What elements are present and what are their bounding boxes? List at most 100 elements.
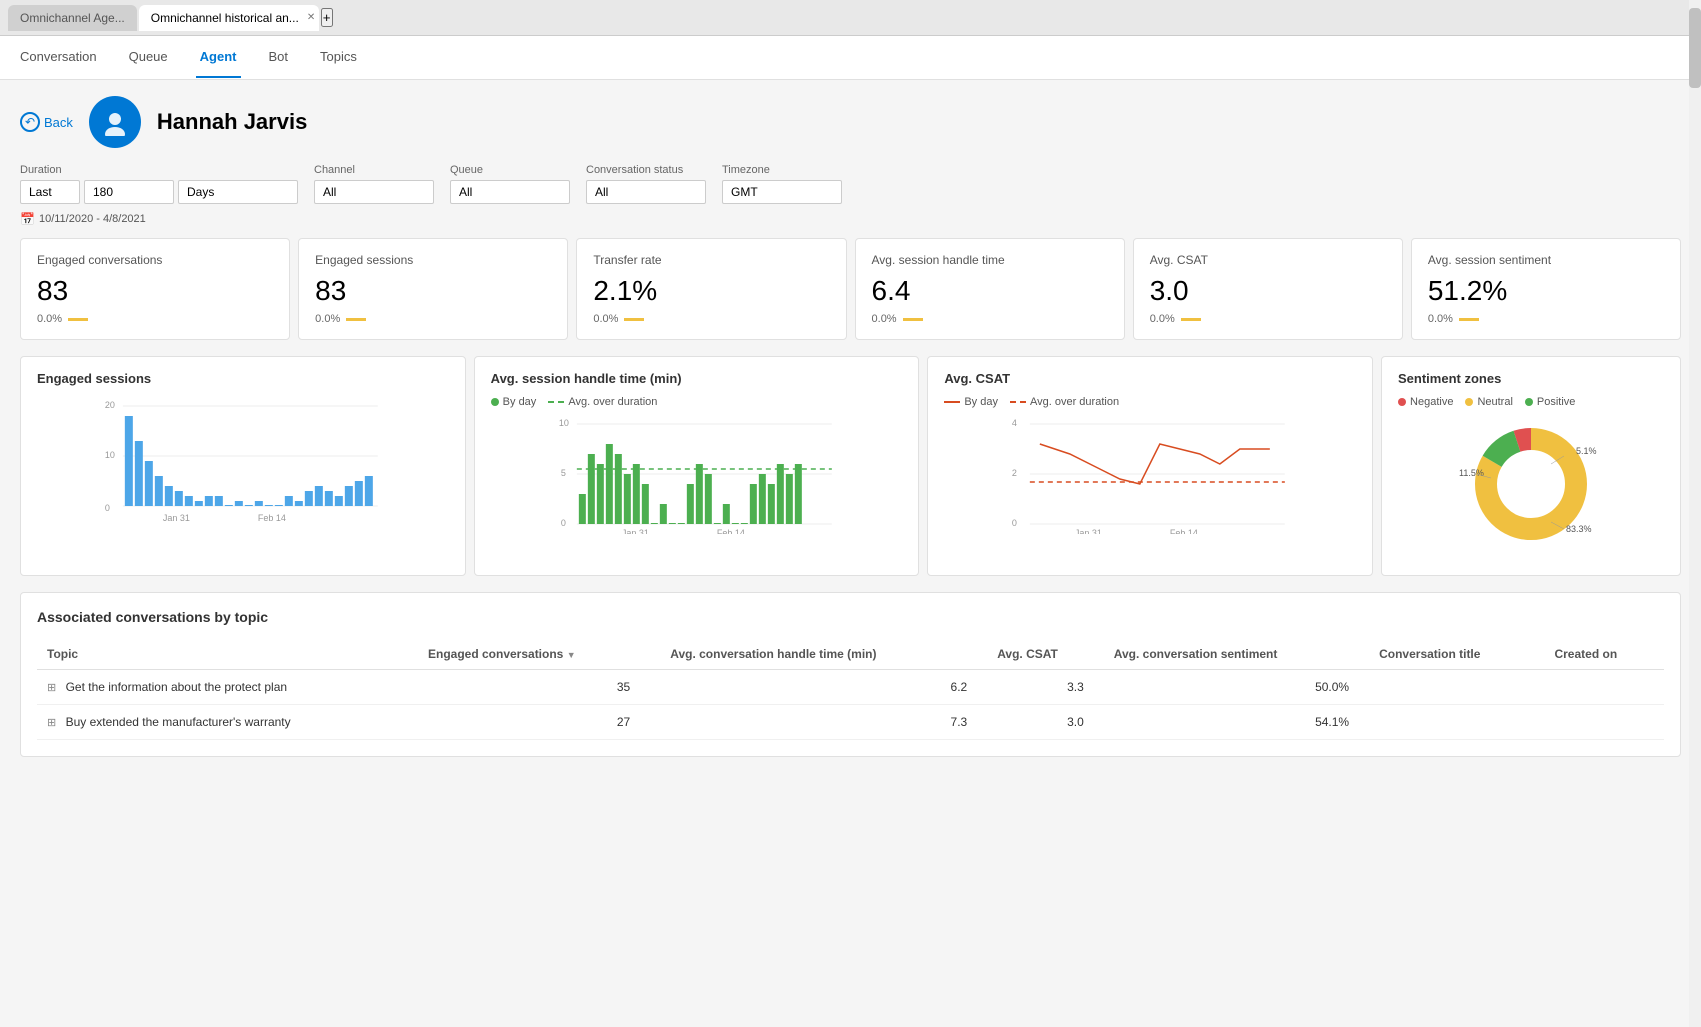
legend-positive-dot xyxy=(1525,398,1533,406)
legend-csat-avg-dash xyxy=(1010,401,1026,403)
kpi-avg-sentiment-value: 51.2% xyxy=(1428,275,1664,307)
chart-sentiment-zones: Sentiment zones Negative Neutral Positiv… xyxy=(1381,356,1681,576)
filter-timezone: Timezone GMT xyxy=(722,164,842,204)
scrollbar[interactable] xyxy=(1689,0,1701,1027)
row2-engaged-conv: 27 xyxy=(418,705,660,740)
expand-icon-row1[interactable]: ⊞ xyxy=(47,682,56,694)
kpi-card-engaged-conv: Engaged conversations 83 0.0% xyxy=(20,238,290,340)
nav-item-agent[interactable]: Agent xyxy=(196,37,241,78)
legend-positive-label: Positive xyxy=(1537,396,1576,408)
kpi-avg-sentiment-change: 0.0% xyxy=(1428,313,1453,325)
legend-negative-dot xyxy=(1398,398,1406,406)
kpi-avg-csat-footer: 0.0% xyxy=(1150,313,1386,325)
kpi-avg-sentiment-footer: 0.0% xyxy=(1428,313,1664,325)
svg-text:Feb 14: Feb 14 xyxy=(717,528,745,534)
channel-select[interactable]: All xyxy=(314,180,434,204)
legend-avg-dash xyxy=(548,401,564,403)
date-range-text: 10/11/2020 - 4/8/2021 xyxy=(39,213,146,225)
legend-csat-avg: Avg. over duration xyxy=(1010,396,1119,408)
kpi-card-avg-handle: Avg. session handle time 6.4 0.0% xyxy=(855,238,1125,340)
kpi-engaged-conv-footer: 0.0% xyxy=(37,313,273,325)
scrollbar-thumb[interactable] xyxy=(1689,8,1701,88)
page-header: ↶ Back Hannah Jarvis xyxy=(20,96,1681,148)
kpi-avg-sentiment-title: Avg. session sentiment xyxy=(1428,253,1664,267)
kpi-avg-csat-value: 3.0 xyxy=(1150,275,1386,307)
kpi-transfer-rate-value: 2.1% xyxy=(593,275,829,307)
avatar xyxy=(89,96,141,148)
kpi-avg-handle-footer: 0.0% xyxy=(872,313,1108,325)
col-engaged-conv[interactable]: Engaged conversations ▼ xyxy=(418,639,660,670)
kpi-avg-handle-value: 6.4 xyxy=(872,275,1108,307)
table-section: Associated conversations by topic Topic … xyxy=(20,592,1681,757)
row1-avg-csat: 3.3 xyxy=(987,670,1104,705)
kpi-avg-sentiment-bar xyxy=(1459,318,1479,321)
chart-avg-session-handle: Avg. session handle time (min) By day Av… xyxy=(474,356,920,576)
nav-item-topics[interactable]: Topics xyxy=(316,37,361,78)
legend-csat-line xyxy=(944,401,960,403)
kpi-avg-handle-bar xyxy=(903,318,923,321)
legend-by-day-label: By day xyxy=(503,396,537,408)
tab-inactive-label: Omnichannel Age... xyxy=(20,11,125,25)
filter-timezone-label: Timezone xyxy=(722,164,842,176)
svg-text:Feb 14: Feb 14 xyxy=(258,513,286,523)
kpi-engaged-conv-title: Engaged conversations xyxy=(37,253,273,267)
add-tab-button[interactable]: + xyxy=(321,8,333,27)
table-row: ⊞ Get the information about the protect … xyxy=(37,670,1664,705)
col-conv-title: Conversation title xyxy=(1369,639,1544,670)
svg-text:10: 10 xyxy=(105,450,115,460)
kpi-engaged-sessions-title: Engaged sessions xyxy=(315,253,551,267)
tab-inactive[interactable]: Omnichannel Age... xyxy=(8,5,137,31)
legend-csat-by-day: By day xyxy=(944,396,998,408)
calendar-icon: 📅 xyxy=(20,212,35,226)
back-label: Back xyxy=(44,115,73,130)
svg-text:4: 4 xyxy=(1012,418,1017,428)
filter-duration-label: Duration xyxy=(20,164,298,176)
duration-unit-select[interactable]: Days xyxy=(178,180,298,204)
engaged-sessions-svg: 20 10 0 xyxy=(37,396,449,526)
timezone-select[interactable]: GMT xyxy=(722,180,842,204)
sentiment-donut-svg: 5.1% 11.5% 83.3% xyxy=(1451,414,1611,554)
table-header-row: Topic Engaged conversations ▼ Avg. conve… xyxy=(37,639,1664,670)
duration-value-select[interactable]: 180 xyxy=(84,180,174,204)
back-link[interactable]: ↶ Back xyxy=(20,112,73,132)
row2-topic: ⊞ Buy extended the manufacturer's warran… xyxy=(37,705,418,740)
tab-active[interactable]: Omnichannel historical an... ✕ xyxy=(139,5,319,31)
queue-select[interactable]: All xyxy=(450,180,570,204)
kpi-card-engaged-sessions: Engaged sessions 83 0.0% xyxy=(298,238,568,340)
nav-item-conversation[interactable]: Conversation xyxy=(16,37,101,78)
expand-icon-row2[interactable]: ⊞ xyxy=(47,717,56,729)
kpi-avg-csat-bar xyxy=(1181,318,1201,321)
chart-engaged-sessions: Engaged sessions 20 10 0 xyxy=(20,356,466,576)
filter-conv-status-label: Conversation status xyxy=(586,164,706,176)
kpi-engaged-conv-change: 0.0% xyxy=(37,313,62,325)
kpi-transfer-rate-title: Transfer rate xyxy=(593,253,829,267)
conv-status-select[interactable]: All xyxy=(586,180,706,204)
data-table: Topic Engaged conversations ▼ Avg. conve… xyxy=(37,639,1664,740)
svg-text:5: 5 xyxy=(561,468,566,478)
svg-text:Jan 31: Jan 31 xyxy=(1075,528,1102,534)
back-icon: ↶ xyxy=(20,112,40,132)
kpi-transfer-rate-bar xyxy=(624,318,644,321)
chart-avg-session-handle-title: Avg. session handle time (min) xyxy=(491,371,903,386)
row1-created-on xyxy=(1544,670,1664,705)
date-range: 📅 10/11/2020 - 4/8/2021 xyxy=(20,212,1681,226)
filter-channel-label: Channel xyxy=(314,164,434,176)
row2-avg-csat: 3.0 xyxy=(987,705,1104,740)
filter-duration: Duration Last 180 Days xyxy=(20,164,298,204)
kpi-engaged-sessions-value: 83 xyxy=(315,275,551,307)
legend-avg-over-duration: Avg. over duration xyxy=(548,396,657,408)
main-content: ↶ Back Hannah Jarvis Duration Last 180 D xyxy=(0,80,1701,1027)
kpi-card-avg-csat: Avg. CSAT 3.0 0.0% xyxy=(1133,238,1403,340)
col-avg-csat: Avg. CSAT xyxy=(987,639,1104,670)
tab-active-label: Omnichannel historical an... xyxy=(151,11,299,25)
close-tab-icon[interactable]: ✕ xyxy=(307,12,315,23)
nav-item-bot[interactable]: Bot xyxy=(265,37,293,78)
kpi-card-avg-sentiment: Avg. session sentiment 51.2% 0.0% xyxy=(1411,238,1681,340)
app-nav: Conversation Queue Agent Bot Topics xyxy=(0,36,1701,80)
kpi-row: Engaged conversations 83 0.0% Engaged se… xyxy=(20,238,1681,340)
duration-preset-select[interactable]: Last xyxy=(20,180,80,204)
filter-conv-status: Conversation status All xyxy=(586,164,706,204)
nav-item-queue[interactable]: Queue xyxy=(125,37,172,78)
svg-text:0: 0 xyxy=(1012,518,1017,528)
row2-conv-title xyxy=(1369,705,1544,740)
